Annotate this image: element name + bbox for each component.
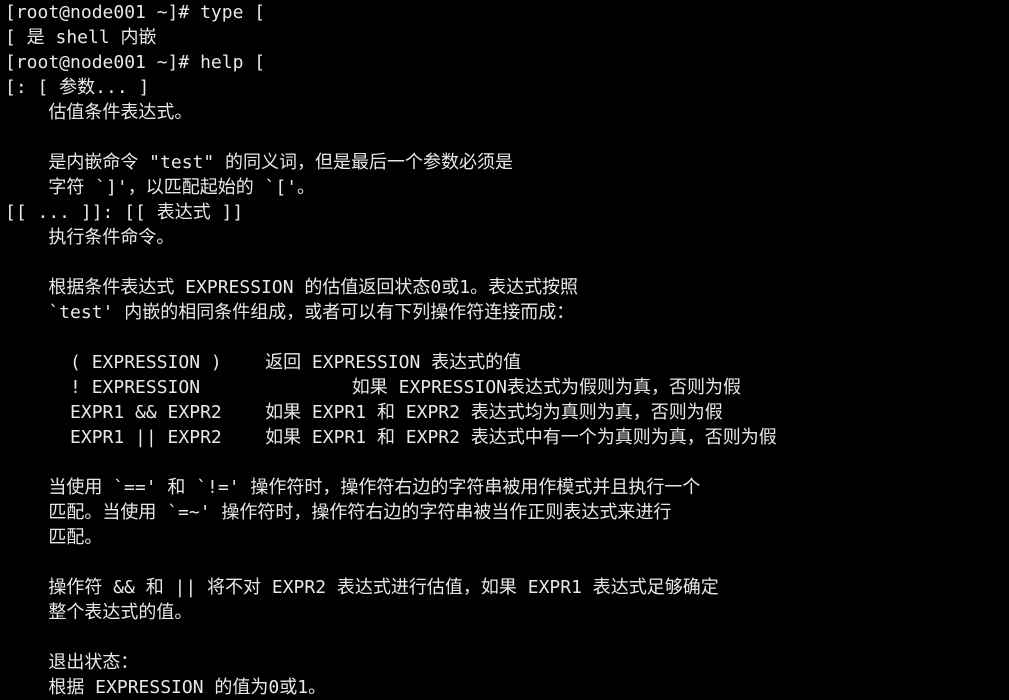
output-line: 匹配。当使用 `=~' 操作符时，操作符右边的字符串被当作正则表达式来进行 [5,502,672,523]
output-line: 是内嵌命令 "test" 的同义词，但是最后一个参数必须是 [5,152,514,173]
operator-line: ( EXPRESSION ) 返回 EXPRESSION 表达式的值 [5,352,522,373]
output-line: 字符 `]'，以匹配起始的 `['。 [5,177,316,198]
output-line: 当使用 `==' 和 `!=' 操作符时，操作符右边的字符串被用作模式并且执行一… [5,477,701,498]
output-line: [ 是 shell 内嵌 [5,27,157,48]
help-heading-line: [[ ... ]]: [[ 表达式 ]] [5,202,244,223]
output-line: 执行条件命令。 [5,227,175,248]
output-line: 操作符 && 和 || 将不对 EXPR2 表达式进行估值，如果 EXPR1 表… [5,577,719,598]
output-line: `test' 内嵌的相同条件组成，或者可以有下列操作符连接而成： [5,302,575,323]
output-line: 匹配。 [5,527,103,548]
operator-line: EXPR1 && EXPR2 如果 EXPR1 和 EXPR2 表达式均为真则为… [5,402,723,423]
operator-line: ! EXPRESSION 如果 EXPRESSION表达式为假则为真，否则为假 [5,377,741,398]
output-line: 根据 EXPRESSION 的值为0或1。 [5,677,327,698]
terminal-window[interactable]: [root@node001 ~]# type [ [ 是 shell 内嵌 [r… [0,0,1009,698]
output-line: 根据条件表达式 EXPRESSION 的估值返回状态0或1。表达式按照 [5,277,579,298]
output-line: 估值条件表达式。 [5,102,193,123]
output-line: 退出状态： [5,652,139,673]
operator-line: EXPR1 || EXPR2 如果 EXPR1 和 EXPR2 表达式中有一个为… [5,427,777,448]
help-heading-line: [: [ 参数... ] [5,77,150,98]
output-line: 整个表达式的值。 [5,602,193,623]
prompt-line: [root@node001 ~]# help [ [5,52,266,73]
prompt-line: [root@node001 ~]# type [ [5,2,266,23]
